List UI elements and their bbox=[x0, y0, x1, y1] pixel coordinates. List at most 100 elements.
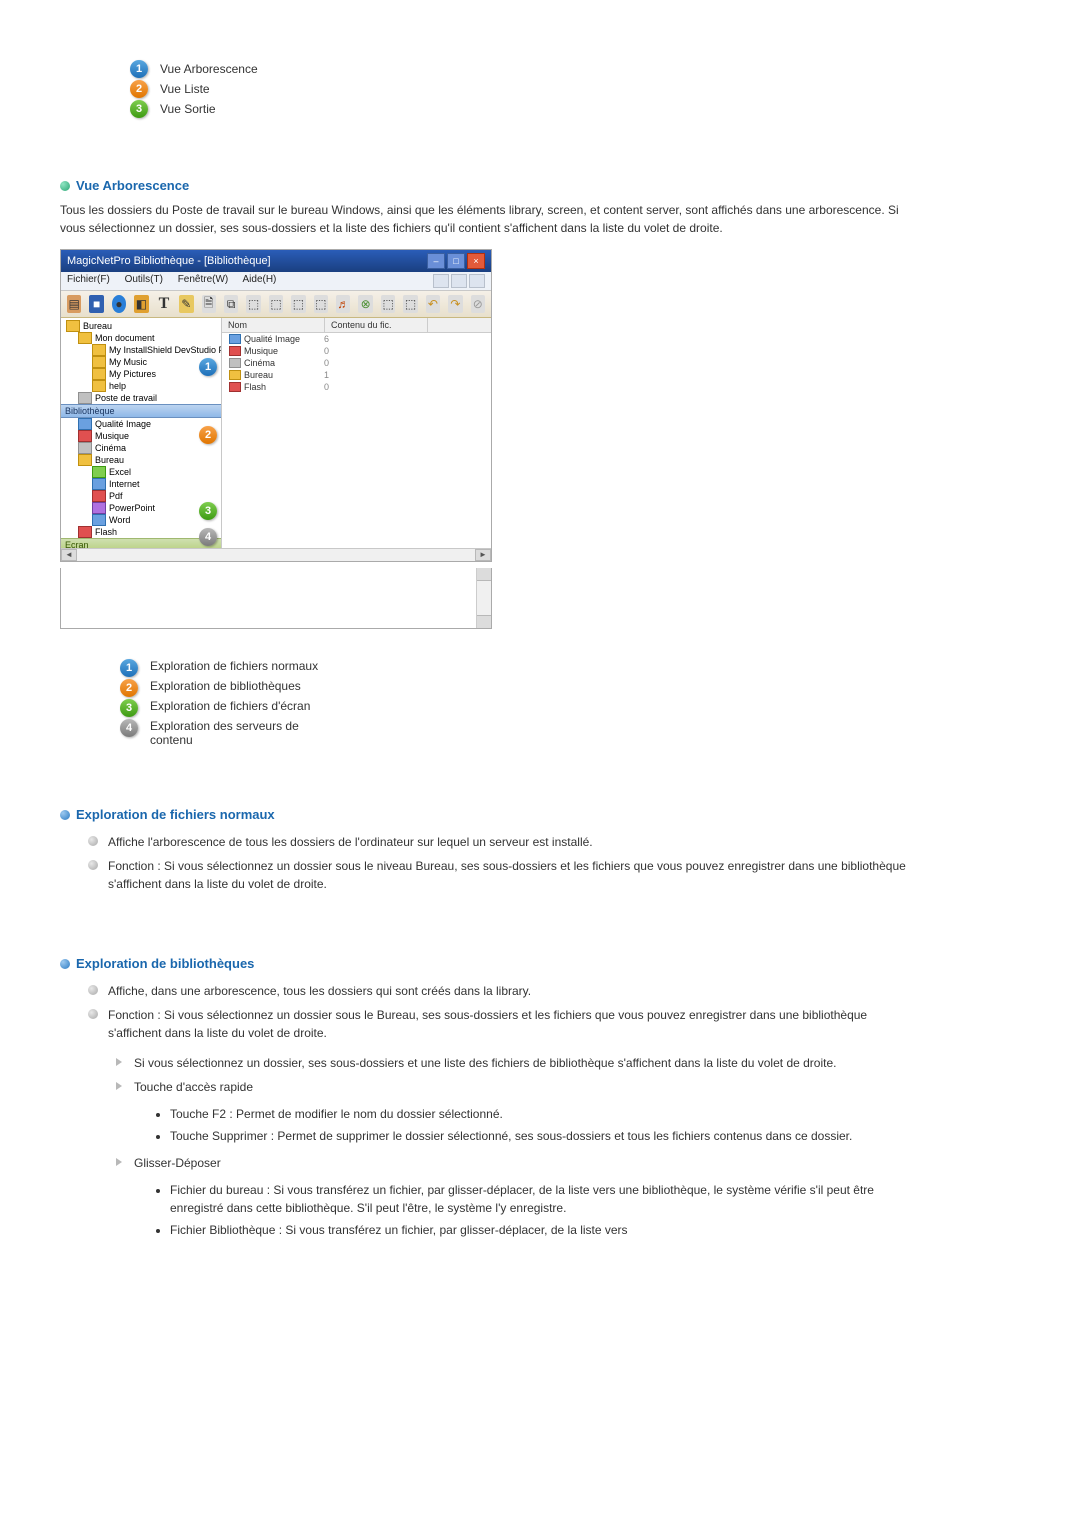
tree-scrollbar[interactable]: ◄ ► bbox=[61, 548, 491, 561]
toolbar: ▤ ■ ● ◧ T ✎ 🗎 ⧉ ⬚ ⬚ ⬚ ⬚ ♬ ⊗ ⬚ ⬚ ↶ ↷ ⊘ bbox=[61, 291, 491, 318]
close-button[interactable]: × bbox=[467, 253, 485, 269]
menu-window[interactable]: Fenêtre(W) bbox=[178, 274, 229, 285]
tool-icon[interactable]: ⬚ bbox=[403, 295, 417, 313]
tool-text-icon[interactable]: T bbox=[157, 295, 171, 313]
tree-node[interactable]: Poste de travail bbox=[61, 392, 221, 404]
tool-icon[interactable]: ⬚ bbox=[291, 295, 305, 313]
tree-node[interactable]: Mon document bbox=[61, 332, 221, 344]
tree-node[interactable]: My Pictures bbox=[61, 368, 221, 380]
tool-icon[interactable]: ⧉ bbox=[224, 295, 238, 313]
output-pane bbox=[60, 568, 492, 629]
tool-music-icon[interactable]: ♬ bbox=[336, 295, 350, 313]
callout-badge-3: 3 bbox=[199, 502, 217, 520]
tool-icon[interactable]: ⬚ bbox=[246, 295, 260, 313]
sub-item: Glisser-Déposer bbox=[116, 1151, 910, 1175]
legend-item: 1 Vue Arborescence bbox=[130, 60, 910, 78]
tree-node[interactable]: Cinéma bbox=[61, 442, 221, 454]
col-nom[interactable]: Nom bbox=[222, 318, 325, 332]
badge-1: 1 bbox=[120, 659, 138, 677]
legend-tree: 1 Exploration de fichiers normaux 2 Explor… bbox=[120, 659, 910, 747]
list-row[interactable]: Bureau1 bbox=[222, 369, 491, 381]
tree-node[interactable]: Bureau bbox=[61, 454, 221, 466]
tool-icon[interactable]: ⊗ bbox=[358, 295, 372, 313]
section-title: Vue Arborescence bbox=[76, 178, 189, 193]
tree-node-bureau[interactable]: Bureau bbox=[61, 320, 221, 332]
mdi-close-button[interactable] bbox=[469, 274, 485, 288]
tool-icon[interactable]: ● bbox=[112, 295, 126, 313]
tree-node[interactable]: Flash bbox=[61, 526, 221, 538]
legend-label: Exploration de bibliothèques bbox=[150, 679, 301, 693]
badge-4: 4 bbox=[120, 719, 138, 737]
bullet-item: Affiche l'arborescence de tous les dossi… bbox=[88, 830, 910, 854]
list-row[interactable]: Qualité Image6 bbox=[222, 333, 491, 345]
badge-2: 2 bbox=[130, 80, 148, 98]
list-row[interactable]: Musique0 bbox=[222, 345, 491, 357]
mdi-min-button[interactable] bbox=[433, 274, 449, 288]
maximize-button[interactable]: □ bbox=[447, 253, 465, 269]
bullet-item: Fonction : Si vous sélectionnez un dossi… bbox=[88, 1003, 910, 1045]
tool-icon[interactable]: ■ bbox=[89, 295, 103, 313]
callout-badge-2: 2 bbox=[199, 426, 217, 444]
menu-help[interactable]: Aide(H) bbox=[242, 274, 276, 285]
tree-node[interactable]: Internet bbox=[61, 478, 221, 490]
tree-node[interactable]: My Music bbox=[61, 356, 221, 368]
legend-label: Vue Liste bbox=[160, 82, 210, 96]
section-title: Exploration de fichiers normaux bbox=[76, 807, 275, 822]
tool-icon[interactable]: ◧ bbox=[134, 295, 148, 313]
disc-list: Touche F2 : Permet de modifier le nom du… bbox=[60, 1103, 910, 1147]
section-heading-vue-arborescence: Vue Arborescence bbox=[60, 178, 910, 193]
legend-label: Vue Sortie bbox=[160, 102, 216, 116]
tree-node[interactable]: Musique bbox=[61, 430, 221, 442]
disc-item: Fichier Bibliothèque : Si vous transfére… bbox=[170, 1219, 910, 1241]
tool-icon[interactable]: ▤ bbox=[67, 295, 81, 313]
tool-icon[interactable]: 🗎 bbox=[202, 295, 216, 313]
legend-item: 3 Vue Sortie bbox=[130, 100, 910, 118]
tree-node[interactable]: Qualité Image bbox=[61, 418, 221, 430]
scroll-right[interactable]: ► bbox=[475, 549, 491, 561]
tree-pane: Bureau Mon document My InstallShield Dev… bbox=[61, 318, 222, 548]
section-title: Exploration de bibliothèques bbox=[76, 956, 254, 971]
mdi-restore-button[interactable] bbox=[451, 274, 467, 288]
tree-node[interactable]: PowerPoint bbox=[61, 502, 221, 514]
minimize-button[interactable]: – bbox=[427, 253, 445, 269]
output-scrollbar[interactable] bbox=[476, 568, 491, 628]
col-contenu[interactable]: Contenu du fic. bbox=[325, 318, 428, 332]
tool-redo-icon[interactable]: ↷ bbox=[448, 295, 462, 313]
disc-item: Touche Supprimer : Permet de supprimer l… bbox=[170, 1125, 910, 1147]
badge-1: 1 bbox=[130, 60, 148, 78]
tree-node[interactable]: Excel bbox=[61, 466, 221, 478]
tool-icon[interactable]: ✎ bbox=[179, 295, 193, 313]
tree-node[interactable]: help bbox=[61, 380, 221, 392]
tool-icon[interactable]: ⬚ bbox=[269, 295, 283, 313]
bullet-list: Affiche, dans une arborescence, tous les… bbox=[60, 979, 910, 1045]
tree-node[interactable]: My InstallShield DevStudio Project bbox=[61, 344, 221, 356]
list-row[interactable]: Cinéma0 bbox=[222, 357, 491, 369]
badge-3: 3 bbox=[130, 100, 148, 118]
app-screenshot: MagicNetPro Bibliothèque - [Bibliothèque… bbox=[60, 249, 492, 562]
tree-zone-screen: Ecran bbox=[61, 538, 221, 548]
tool-icon[interactable]: ⊘ bbox=[471, 295, 485, 313]
section-heading-bibliotheques: Exploration de bibliothèques bbox=[60, 956, 910, 971]
badge-2: 2 bbox=[120, 679, 138, 697]
tree-node[interactable]: Word bbox=[61, 514, 221, 526]
sub-item: Si vous sélectionnez un dossier, ses sou… bbox=[116, 1051, 910, 1075]
section-paragraph: Tous les dossiers du Poste de travail su… bbox=[60, 201, 910, 237]
tool-undo-icon[interactable]: ↶ bbox=[426, 295, 440, 313]
tool-icon[interactable]: ⬚ bbox=[314, 295, 328, 313]
tool-icon[interactable]: ⬚ bbox=[381, 295, 395, 313]
legend-top: 1 Vue Arborescence 2 Vue Liste 3 Vue Sor… bbox=[130, 60, 910, 118]
bullet-icon bbox=[60, 810, 70, 820]
menu-file[interactable]: Fichier(F) bbox=[67, 274, 110, 285]
legend-label: Exploration de fichiers normaux bbox=[150, 659, 318, 673]
bullet-item: Affiche, dans une arborescence, tous les… bbox=[88, 979, 910, 1003]
tree-node[interactable]: Pdf bbox=[61, 490, 221, 502]
menu-tools[interactable]: Outils(T) bbox=[125, 274, 163, 285]
sub-list: Glisser-Déposer bbox=[60, 1151, 910, 1175]
scroll-left[interactable]: ◄ bbox=[61, 549, 77, 561]
window-title: MagicNetPro Bibliothèque - [Bibliothèque… bbox=[67, 255, 271, 267]
legend-label: Exploration des serveurs de contenu bbox=[150, 719, 320, 747]
section-heading-normaux: Exploration de fichiers normaux bbox=[60, 807, 910, 822]
legend-item: 2 Vue Liste bbox=[130, 80, 910, 98]
list-row[interactable]: Flash0 bbox=[222, 381, 491, 393]
tree-zone-library: Bibliothèque bbox=[61, 404, 221, 418]
